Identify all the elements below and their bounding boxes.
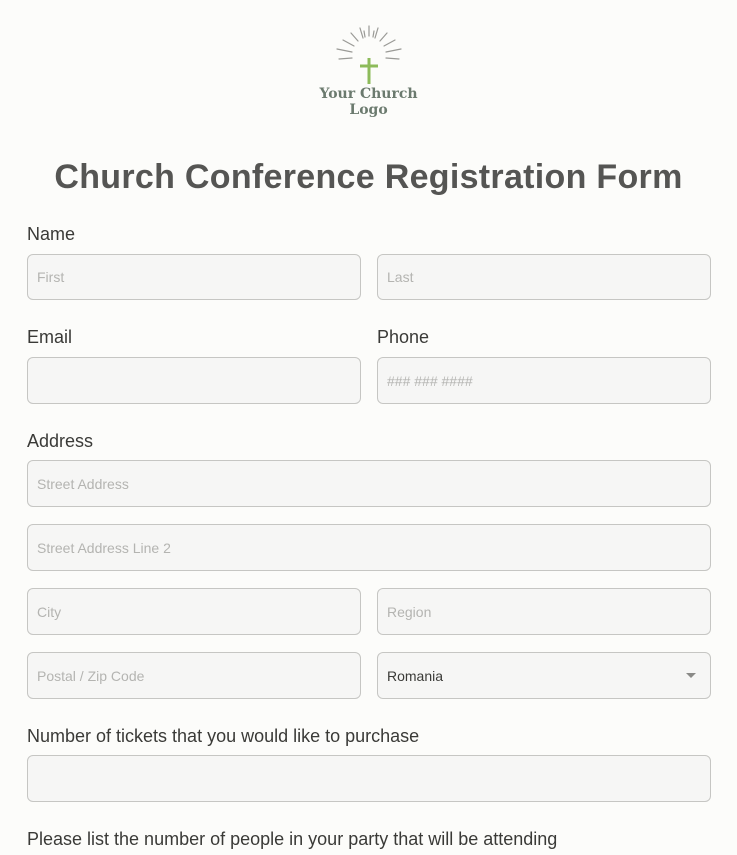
tickets-label: Number of tickets that you would like to… xyxy=(27,726,420,746)
country-selected-value: Romania xyxy=(387,667,444,684)
phone-input[interactable] xyxy=(377,357,711,404)
city-input[interactable] xyxy=(27,588,361,635)
logo-line-2: Logo xyxy=(349,102,388,118)
cross-sunburst-icon xyxy=(335,25,402,84)
party-label: Please list the number of people in your… xyxy=(27,829,558,849)
address-label: Address xyxy=(27,431,94,451)
email-label: Email xyxy=(27,327,73,347)
church-logo: Your Church Logo xyxy=(0,22,737,118)
country-select[interactable]: Romania xyxy=(377,652,711,699)
email-input[interactable] xyxy=(27,357,361,404)
street-address-line2-input[interactable] xyxy=(27,524,711,571)
logo-line-1: Your Church xyxy=(319,86,418,102)
name-label: Name xyxy=(27,224,76,244)
logo-text: Your Church Logo xyxy=(319,86,417,118)
first-name-input[interactable] xyxy=(27,254,361,300)
form-title: Church Conference Registration Form xyxy=(54,158,683,196)
postal-code-input[interactable] xyxy=(27,652,361,699)
phone-label: Phone xyxy=(377,327,430,347)
chevron-down-icon xyxy=(686,673,696,678)
tickets-input[interactable] xyxy=(27,755,711,802)
last-name-input[interactable] xyxy=(377,254,711,300)
street-address-input[interactable] xyxy=(27,460,711,507)
region-input[interactable] xyxy=(377,588,711,635)
